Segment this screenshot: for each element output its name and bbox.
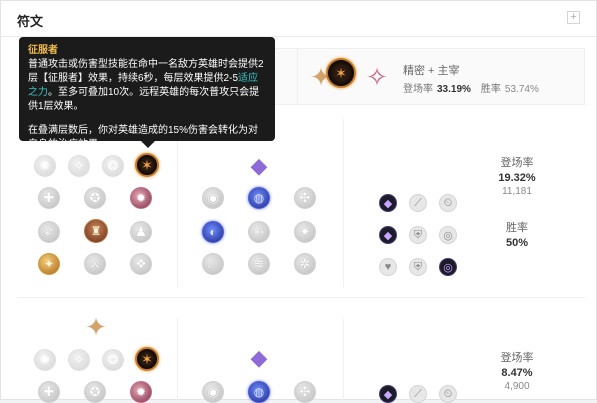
sorcery-tree-icon: ◆ bbox=[250, 345, 268, 370]
shard-magic-resist[interactable]: ◎ bbox=[439, 226, 457, 244]
tooltip-title: 征服者 bbox=[28, 45, 58, 56]
shard-health[interactable]: ♥ bbox=[379, 258, 397, 276]
summary-stats: 登场率 33.19% 胜率 53.74% bbox=[403, 80, 539, 95]
rune-scorch[interactable]: ☄ bbox=[202, 253, 224, 275]
pick-count: 4,900 bbox=[504, 381, 530, 392]
rune-cut-down[interactable]: ⚔ bbox=[84, 253, 106, 275]
rune-lethal-tempo[interactable]: ✧ bbox=[68, 155, 90, 177]
conqueror-icon: ✶ bbox=[326, 58, 356, 88]
summary-name: 精密 + 主宰 bbox=[403, 65, 460, 77]
expand-button[interactable]: + bbox=[567, 11, 580, 24]
rune-last-stand[interactable]: ❖ bbox=[130, 253, 152, 275]
rune-coup-de-grace[interactable]: ✦ bbox=[38, 253, 60, 275]
precision-tree-icon: ✦ bbox=[85, 311, 107, 342]
panel-header: 符文 + bbox=[1, 1, 596, 37]
build-a-win-stat: 胜率 50% bbox=[482, 219, 552, 249]
domination-tree-icon: ✧ bbox=[363, 61, 391, 92]
pick-rate-value: 19.32% bbox=[498, 172, 536, 184]
build-b-pick-stat: 登场率 8.47% 4,900 bbox=[482, 349, 552, 392]
summary-pick-label: 登场率 bbox=[403, 84, 433, 95]
rune-gathering-storm[interactable]: ✲ bbox=[294, 253, 316, 275]
tooltip-description: 普通攻击或伤害型技能在命中一名敌方英雄时会提供2层【征服者】效果，持续6秒，每层… bbox=[28, 58, 266, 114]
rune-fleet-footwork[interactable]: ❂ bbox=[102, 349, 124, 371]
rune-celerity[interactable]: ➵ bbox=[248, 221, 270, 243]
rune-legend-bloodline[interactable]: ♟ bbox=[130, 221, 152, 243]
shard-magic-resist-2[interactable]: ◎ bbox=[439, 258, 457, 276]
shard-adaptive-2[interactable]: ◆ bbox=[379, 226, 397, 244]
tooltip-text-2: 。至多可叠加10次。远程英雄的每次普攻只会提供1层效果。 bbox=[28, 87, 260, 112]
rune-press-the-attack[interactable]: ✺ bbox=[34, 155, 56, 177]
pick-rate-value: 8.47% bbox=[501, 367, 533, 379]
shard-armor[interactable]: ⛨ bbox=[409, 226, 427, 244]
summary-win-rate: 53.74% bbox=[504, 84, 539, 95]
tooltip-text-1: 普通攻击或伤害型技能在命中一名敌方英雄时会提供2层【征服者】效果，持续6秒，每层… bbox=[28, 59, 264, 84]
rune-waterwalking[interactable]: ≋ bbox=[248, 253, 270, 275]
summary-pick-rate: 33.19% bbox=[437, 84, 471, 95]
tooltip-arrow bbox=[141, 141, 155, 148]
rune-overheal[interactable]: ✚ bbox=[38, 187, 60, 209]
column-divider bbox=[177, 319, 178, 401]
column-divider bbox=[343, 119, 344, 287]
rune-conqueror[interactable]: ✶ bbox=[135, 153, 159, 177]
domination-glyph: ✧ bbox=[366, 61, 388, 92]
rune-legend-alacrity[interactable]: ➶ bbox=[38, 221, 60, 243]
panel-title: 符文 bbox=[17, 14, 44, 29]
pick-count: 11,181 bbox=[502, 186, 532, 197]
rune-triumph[interactable]: ✪ bbox=[84, 187, 106, 209]
win-rate-value: 50% bbox=[505, 237, 529, 249]
shard-armor-2[interactable]: ⛨ bbox=[409, 258, 427, 276]
column-divider bbox=[343, 319, 344, 401]
shard-ability-haste[interactable]: ⏲ bbox=[439, 385, 457, 403]
runes-panel: 符文 + ✦ ✶ ✧ 精密 + 主宰 登场率 33.19% 胜率 53.74% ✺ ✧… bbox=[0, 0, 597, 403]
pick-rate-label: 登场率 bbox=[500, 157, 534, 169]
rune-lethal-tempo[interactable]: ✧ bbox=[68, 349, 90, 371]
win-rate-label: 胜率 bbox=[506, 222, 528, 234]
shard-adaptive[interactable]: ◆ bbox=[379, 385, 397, 403]
rune-tooltip: 征服者 普通攻击或伤害型技能在命中一名敌方英雄时会提供2层【征服者】效果，持续6… bbox=[19, 37, 275, 150]
row-separator bbox=[17, 297, 585, 298]
rune-presence-of-mind[interactable]: ✹ bbox=[130, 187, 152, 209]
shard-ability-haste[interactable]: ⏲ bbox=[439, 194, 457, 212]
summary-win-label: 胜率 bbox=[480, 84, 501, 95]
conqueror-glyph: ✶ bbox=[335, 64, 347, 81]
rune-nullifying-orb[interactable]: ◉ bbox=[202, 187, 224, 209]
rune-absolute-focus[interactable]: ✷ bbox=[294, 221, 316, 243]
rune-legend-tenacity[interactable]: ♜ bbox=[84, 219, 108, 243]
shard-attack-speed[interactable]: ⟋ bbox=[409, 385, 427, 403]
sorcery-tree-icon: ◆ bbox=[250, 153, 268, 178]
rune-nimbus-cloak[interactable]: ✣ bbox=[294, 187, 316, 209]
rune-manaflow-band[interactable]: ◍ bbox=[248, 187, 270, 209]
rune-press-the-attack[interactable]: ✺ bbox=[34, 349, 56, 371]
rune-fleet-footwork[interactable]: ❂ bbox=[102, 155, 124, 177]
rune-conqueror[interactable]: ✶ bbox=[135, 347, 159, 371]
rune-transcendence[interactable]: ◐ bbox=[202, 221, 224, 243]
shard-attack-speed[interactable]: ⟋ bbox=[409, 194, 427, 212]
pick-rate-label: 登场率 bbox=[500, 352, 534, 364]
shard-adaptive[interactable]: ◆ bbox=[379, 194, 397, 212]
build-a-pick-stat: 登场率 19.32% 11,181 bbox=[482, 154, 552, 197]
conqueror-glyph: ✶ bbox=[141, 156, 153, 173]
